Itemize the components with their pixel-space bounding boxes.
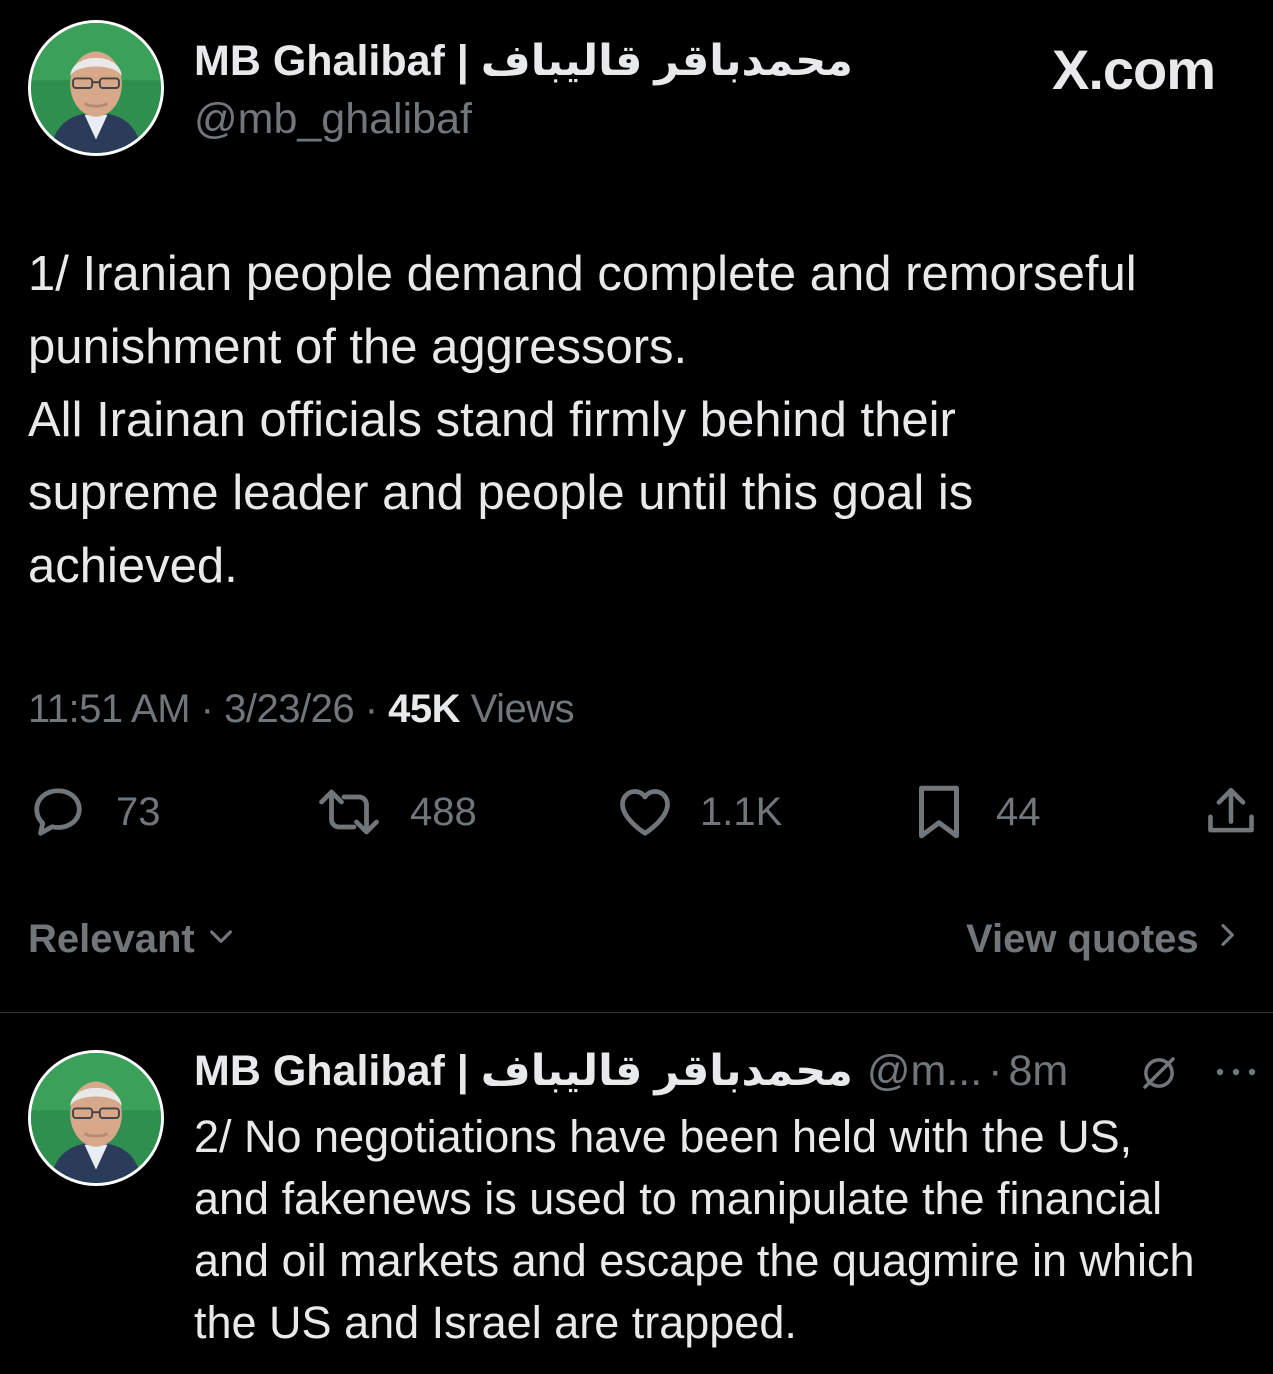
author-avatar[interactable] bbox=[28, 20, 164, 156]
reply-author-avatar[interactable] bbox=[28, 1050, 164, 1186]
more-options-icon[interactable] bbox=[1214, 1060, 1258, 1089]
reply-text-line: 2/ No negotiations have been held with t… bbox=[194, 1111, 1133, 1162]
tweet-text-line: 1/ Iranian people demand complete and re… bbox=[28, 247, 1137, 301]
view-quotes-link[interactable]: View quotes bbox=[966, 916, 1243, 962]
reply-author-handle[interactable]: @m... bbox=[867, 1046, 982, 1096]
reply-text: 2/ No negotiations have been held with t… bbox=[194, 1106, 1195, 1354]
heart-icon bbox=[614, 782, 676, 842]
reply-time[interactable]: 8m bbox=[1008, 1046, 1068, 1096]
separator-dot: · bbox=[200, 687, 214, 731]
x-brand-logo: X.com bbox=[1052, 38, 1216, 101]
avatar-portrait-image bbox=[31, 1053, 161, 1183]
reply-text-line: and oil markets and escape the quagmire … bbox=[194, 1235, 1195, 1286]
repost-icon bbox=[316, 782, 382, 842]
bookmark-button[interactable]: 44 bbox=[912, 782, 1041, 842]
sort-dropdown[interactable]: Relevant bbox=[28, 916, 237, 962]
tweet-text-line: supreme leader and people until this goa… bbox=[28, 466, 974, 520]
tweet-metadata: 11:51 AM · 3/23/26 · 45K Views bbox=[28, 686, 575, 732]
repost-count: 488 bbox=[410, 790, 477, 834]
reply-icon bbox=[28, 782, 88, 842]
avatar-portrait-image bbox=[31, 23, 161, 153]
reply-text-line: the US and Israel are trapped. bbox=[194, 1297, 797, 1348]
share-button[interactable] bbox=[1202, 782, 1260, 842]
reply-count: 73 bbox=[116, 790, 161, 834]
tweet-date[interactable]: 3/23/26 bbox=[224, 687, 354, 731]
reply-text-line: and fakenews is used to manipulate the f… bbox=[194, 1173, 1163, 1224]
chevron-down-icon bbox=[205, 916, 237, 962]
views-label: Views bbox=[470, 687, 575, 731]
tweet-text-line: punishment of the aggressors. bbox=[28, 320, 688, 374]
repost-button[interactable]: 488 bbox=[316, 782, 477, 842]
author-display-name[interactable]: MB Ghalibaf | محمدباقر قالیباف bbox=[194, 36, 853, 86]
views-count: 45K bbox=[388, 687, 461, 731]
reply-button[interactable]: 73 bbox=[28, 782, 161, 842]
author-handle[interactable]: @mb_ghalibaf bbox=[194, 94, 472, 144]
bookmark-count: 44 bbox=[996, 790, 1041, 834]
view-quotes-label: View quotes bbox=[966, 917, 1199, 961]
share-icon bbox=[1202, 782, 1260, 842]
reply-header: MB Ghalibaf | محمدباقر قالیباف @m... · 8… bbox=[194, 1046, 1068, 1096]
separator-dot: · bbox=[364, 687, 378, 731]
section-divider bbox=[0, 1012, 1273, 1013]
tweet-text-line: achieved. bbox=[28, 539, 238, 593]
bookmark-icon bbox=[912, 782, 966, 842]
sort-label: Relevant bbox=[28, 917, 195, 961]
tweet-text: 1/ Iranian people demand complete and re… bbox=[28, 238, 1137, 603]
chevron-right-icon bbox=[1211, 916, 1243, 962]
grok-icon[interactable] bbox=[1138, 1052, 1180, 1099]
reply-author-display-name[interactable]: MB Ghalibaf | محمدباقر قالیباف bbox=[194, 1046, 853, 1096]
tweet-time[interactable]: 11:51 AM bbox=[28, 687, 191, 731]
tweet-text-line: All Irainan officials stand firmly behin… bbox=[28, 393, 956, 447]
separator-dot: · bbox=[988, 1047, 1003, 1095]
like-count: 1.1K bbox=[700, 790, 783, 834]
like-button[interactable]: 1.1K bbox=[614, 782, 782, 842]
